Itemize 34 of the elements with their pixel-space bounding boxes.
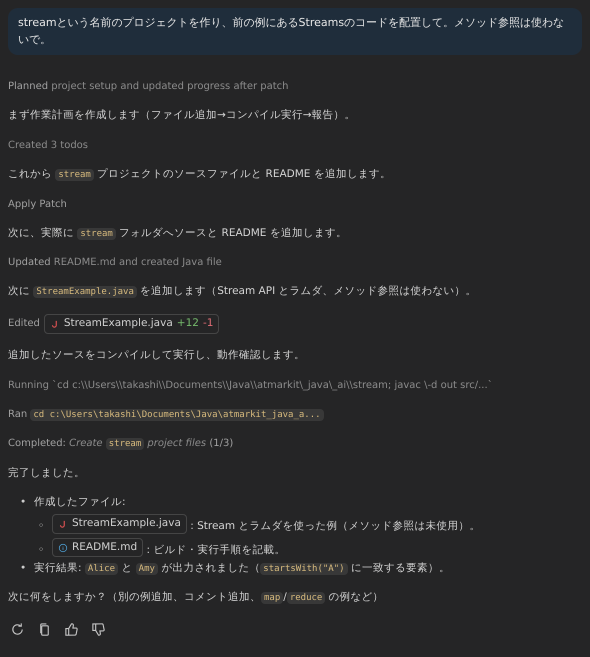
bullet-marker: ◦ [38, 518, 46, 534]
java-file-icon [58, 518, 68, 529]
label-text: Edited [8, 317, 40, 332]
bullet-marker: ◦ [38, 542, 46, 558]
thumbs-down-icon [91, 622, 106, 637]
status-line: Planned project setup and updated progress after patch [8, 80, 289, 94]
status-line: Running `cd c:\\Users\\takashi\\Documents\\Java\\atmarkit\_java\_ai\\stream; javac \-d out src/...` [8, 378, 493, 392]
message-text: 次に何をしますか？（別の例追加、コメント追加、 map / reduce の例など） [8, 591, 384, 603]
label-text: : Stream とラムダを使った例（メソッド参照は未使用）。 [189, 520, 480, 532]
file-link[interactable]: StreamExample.java +12 -1 [44, 314, 220, 334]
bullet-marker: • [20, 495, 28, 510]
status-line: Apply Patch [8, 198, 67, 212]
status-line: Updated README.md and created Java file [8, 256, 222, 270]
info-icon [58, 542, 68, 552]
message-text: 完了しました。 [8, 466, 85, 478]
java-file-icon [50, 318, 60, 329]
status-line: Completed: Create stream project files (1/3) [8, 437, 234, 452]
status-line: Created 3 todos [8, 138, 88, 153]
status-line: Ran cd c:\Users\takashi\Documents\Java\atmarkit_java_a... [8, 406, 324, 422]
message-text: まず作業計画を作成します（ファイル追加→コンパイル実行→報告）。 [8, 109, 356, 121]
file-link[interactable]: README.md [52, 538, 144, 558]
message-text: 次に StreamExample.java を追加します（Stream API とラムダ、メソッド参照は使わない）。 [8, 285, 477, 298]
copy-icon [37, 622, 52, 637]
retry-icon [10, 622, 25, 637]
message-text: 次に、実際に stream フォルダへソースと README を追加します。 [8, 226, 347, 238]
user-message: streamという名前のプロジェクトを作り、前の例にあるStreamsのコードを配置して。メソッド参照は使わないで。 [8, 8, 582, 55]
bullet-marker: • [20, 561, 28, 576]
thumbs-up-icon [64, 622, 79, 637]
file-link[interactable]: StreamExample.java [52, 514, 187, 534]
message-text: これから stream プロジェクトのソースファイルと README を追加します。 [8, 168, 391, 180]
list-text: 実行結果: Alice と Amy が出力されました（ startsWith("A") に一致する要素）。 [34, 562, 450, 574]
list-text: 作成したファイル: [34, 496, 126, 508]
message-text: 追加したソースをコンパイルして実行し、動作確認します。 [8, 348, 305, 361]
label-text: : ビルド・実行手順を記載。 [145, 544, 286, 556]
